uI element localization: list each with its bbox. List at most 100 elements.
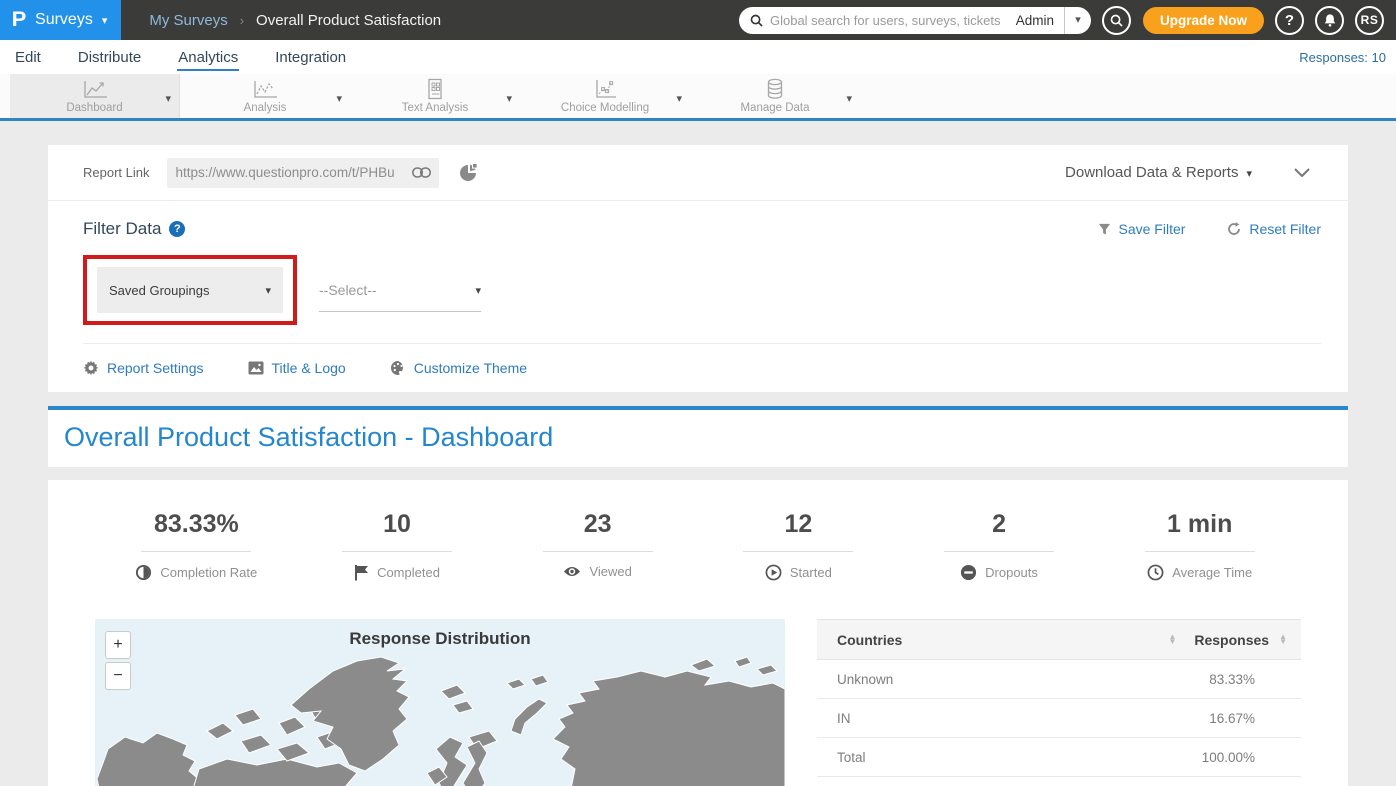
tab-analysis[interactable]: Analysis: [180, 74, 350, 118]
tab-analysis-dropdown[interactable]: [336, 89, 342, 107]
global-search-input[interactable]: [770, 13, 1016, 28]
search-icon: [1110, 14, 1123, 27]
half-circle-icon: [135, 564, 152, 581]
questionpro-logo-icon: P: [12, 8, 27, 32]
sort-icon[interactable]: [1279, 635, 1287, 645]
stat-label: Viewed: [589, 564, 631, 579]
chevron-down-icon: [265, 281, 271, 299]
search-scope-dropdown[interactable]: [1065, 7, 1091, 34]
stats-row: 83.33% Completion Rate 10: [48, 510, 1348, 581]
tab-text-analysis[interactable]: Text Analysis: [350, 74, 520, 118]
reset-filter-button[interactable]: Reset Filter: [1227, 221, 1321, 237]
save-filter-button[interactable]: Save Filter: [1098, 221, 1186, 237]
download-data-reports-label: Download Data & Reports: [1065, 164, 1238, 181]
nav-integration[interactable]: Integration: [274, 43, 347, 71]
filter-help-icon[interactable]: ?: [169, 221, 185, 237]
stat-value: 2: [927, 510, 1072, 539]
document-grid-icon: [425, 78, 445, 100]
analytics-tab-strip: Dashboard Analysis Text Analysis: [0, 74, 1396, 121]
grouping-select-dropdown[interactable]: --Select--: [319, 268, 481, 312]
table-row: Unknown 83.33%: [817, 660, 1301, 699]
stat-completed: 10 Completed: [297, 510, 498, 581]
filter-data-title: Filter Data: [83, 219, 161, 239]
dashboard-title-card: Overall Product Satisfaction - Dashboard: [48, 406, 1348, 467]
nav-analytics[interactable]: Analytics: [177, 43, 239, 71]
map-zoom-in-button[interactable]: +: [105, 631, 131, 659]
breadcrumb-my-surveys[interactable]: My Surveys: [149, 12, 227, 29]
line-chart-icon: [252, 80, 278, 100]
tab-manage-data[interactable]: Manage Data: [690, 74, 860, 118]
stat-value: 1 min: [1127, 510, 1272, 539]
report-settings-link[interactable]: Report Settings: [83, 360, 204, 376]
map-zoom-controls: + −: [105, 631, 131, 690]
map-sweden: [463, 741, 487, 786]
report-link-label: Report Link: [83, 165, 149, 180]
map-title: Response Distribution: [95, 629, 785, 649]
nav-edit[interactable]: Edit: [14, 43, 42, 71]
bell-icon: [1323, 13, 1337, 27]
tab-dashboard[interactable]: Dashboard: [10, 74, 180, 118]
surveys-app-menu[interactable]: P Surveys: [0, 0, 121, 40]
tab-choice-modelling[interactable]: Choice Modelling: [520, 74, 690, 118]
responses-count[interactable]: Responses: 10: [1299, 50, 1396, 65]
customize-theme-label: Customize Theme: [414, 360, 527, 376]
tab-choice-modelling-dropdown[interactable]: [676, 89, 682, 107]
palette-icon: [390, 360, 406, 376]
image-icon: [248, 361, 264, 375]
customize-theme-link[interactable]: Customize Theme: [390, 360, 527, 376]
search-icon: [750, 14, 763, 27]
collapse-panel-chevron[interactable]: [1294, 168, 1310, 177]
user-avatar[interactable]: RS: [1355, 6, 1384, 35]
saved-groupings-dropdown[interactable]: Saved Groupings: [97, 267, 283, 313]
chevron-down-icon: [475, 281, 481, 299]
report-link-field[interactable]: https://www.questionpro.com/t/PHBu: [167, 158, 439, 188]
survey-nav: Edit Distribute Analytics Integration Re…: [0, 40, 1396, 74]
search-button[interactable]: [1102, 6, 1131, 35]
saved-groupings-value: Saved Groupings: [109, 283, 265, 298]
report-share-icon[interactable]: [457, 162, 479, 184]
map-zoom-out-button[interactable]: −: [105, 662, 131, 690]
save-filter-label: Save Filter: [1119, 221, 1186, 237]
breadcrumb-current-survey: Overall Product Satisfaction: [256, 12, 441, 29]
sort-icon[interactable]: [1168, 635, 1176, 645]
help-button[interactable]: ?: [1275, 6, 1304, 35]
tab-manage-data-dropdown[interactable]: [846, 89, 852, 107]
table-row: IN 16.67%: [817, 699, 1301, 738]
stat-dropouts: 2 Dropouts: [899, 510, 1100, 581]
stat-value: 10: [325, 510, 470, 539]
title-logo-label: Title & Logo: [272, 360, 346, 376]
nav-distribute[interactable]: Distribute: [77, 43, 142, 71]
chevron-down-icon: [102, 11, 108, 29]
tab-dashboard-dropdown[interactable]: [165, 89, 171, 107]
page-title: Overall Product Satisfaction - Dashboard: [64, 422, 1332, 453]
countries-column-header[interactable]: Countries: [837, 632, 902, 648]
upgrade-now-button[interactable]: Upgrade Now: [1143, 7, 1264, 34]
title-logo-link[interactable]: Title & Logo: [248, 360, 346, 376]
countries-table: Countries Responses Unknown 83.33% IN 16…: [817, 619, 1301, 786]
countries-table-header: Countries Responses: [817, 619, 1301, 660]
line-chart-icon: [82, 80, 108, 100]
chevron-down-icon: [1246, 164, 1252, 182]
stat-label: Completed: [377, 565, 440, 580]
report-filter-card: Report Link https://www.questionpro.com/…: [48, 145, 1348, 392]
minus-circle-icon: [960, 564, 977, 581]
stat-label: Started: [790, 565, 832, 580]
eye-icon: [563, 565, 581, 578]
notifications-button[interactable]: [1315, 6, 1344, 35]
responses-cell: 100.00%: [1202, 750, 1255, 765]
tab-text-analysis-dropdown[interactable]: [506, 89, 512, 107]
dashboard-content-card: 83.33% Completion Rate 10: [48, 480, 1348, 786]
download-data-reports-dropdown[interactable]: Download Data & Reports: [1065, 164, 1252, 182]
country-cell: Unknown: [837, 672, 1209, 687]
country-cell: IN: [837, 711, 1209, 726]
tab-manage-data-label: Manage Data: [740, 102, 809, 114]
table-row: Total 100.00%: [817, 738, 1301, 777]
clock-icon: [1147, 564, 1164, 581]
stat-viewed: 23 Viewed: [497, 510, 698, 581]
responses-column-header[interactable]: Responses: [1194, 632, 1269, 648]
tab-choice-modelling-label: Choice Modelling: [561, 102, 649, 114]
scatter-chart-icon: [593, 79, 617, 100]
stat-value: 83.33%: [124, 510, 269, 539]
funnel-icon: [1098, 223, 1111, 236]
tab-text-analysis-label: Text Analysis: [402, 102, 468, 114]
